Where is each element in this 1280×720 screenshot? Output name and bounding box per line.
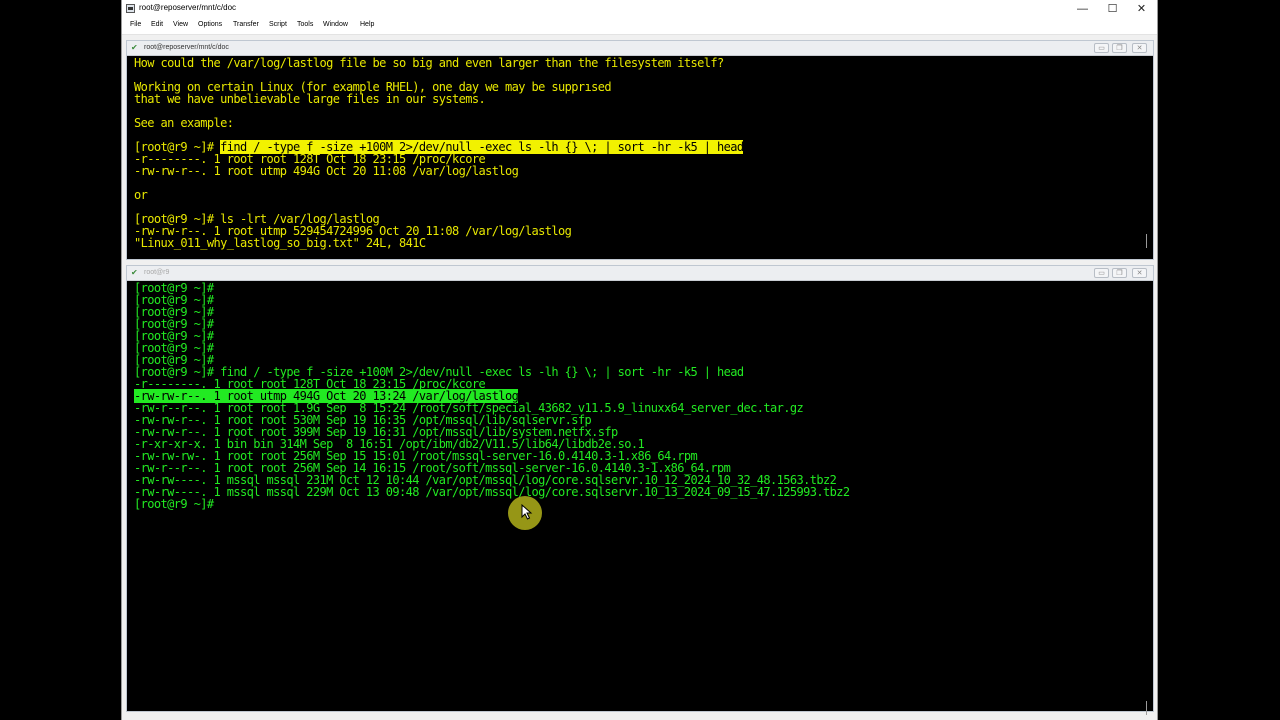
session-icon: ✔ (131, 268, 138, 277)
terminal-line: See an example: (134, 116, 234, 130)
menu-window[interactable]: Window (323, 21, 348, 28)
top-pane-minimize-button[interactable]: ▭ (1094, 43, 1109, 53)
menu-script[interactable]: Script (269, 21, 287, 28)
mouse-pointer-icon (521, 504, 533, 520)
bottom-terminal[interactable]: [root@r9 ~]# [root@r9 ~]# [root@r9 ~]# [… (134, 281, 1139, 709)
top-scroll-thumb[interactable] (1146, 234, 1147, 248)
minimize-button[interactable]: — (1068, 0, 1097, 19)
menu-tools[interactable]: Tools (297, 21, 313, 28)
bottom-pane-minimize-button[interactable]: ▭ (1094, 268, 1109, 278)
bottom-pane-close-button[interactable]: ✕ (1132, 268, 1147, 278)
terminal-line: that we have unbelievable large files in… (134, 92, 486, 106)
bottom-session-pane: ✔ root@r9 ▭ ❐ ✕ [root@r9 ~]# [root@r9 ~]… (126, 265, 1154, 715)
securecrt-window: root@reposerver/mnt/c/doc — ☐ ✕ File Edi… (121, 0, 1158, 720)
bottom-scroll-thumb[interactable] (1146, 701, 1147, 715)
session-icon: ✔ (131, 43, 138, 52)
menu-options[interactable]: Options (198, 21, 222, 28)
terminal-line: How could the /var/log/lastlog file be s… (134, 56, 724, 70)
menu-edit[interactable]: Edit (151, 21, 163, 28)
app-icon (126, 4, 135, 13)
bottom-pane-titlebar: ✔ root@r9 ▭ ❐ ✕ (127, 266, 1153, 281)
top-pane-title: root@reposerver/mnt/c/doc (144, 44, 229, 51)
top-pane-scrollbar[interactable] (1141, 56, 1152, 258)
menu-bar: File Edit View Options Transfer Script T… (122, 19, 1157, 35)
terminal-line: or (134, 188, 148, 202)
window-title: root@reposerver/mnt/c/doc (139, 3, 237, 12)
menu-view[interactable]: View (173, 21, 188, 28)
bottom-pane-title: root@r9 (144, 269, 170, 276)
terminal-line: "Linux_011_why_lastlog_so_big.txt" 24L, … (134, 236, 426, 250)
terminal-line: -rw-rw-r--. 1 root utmp 494G Oct 20 11:0… (134, 164, 519, 178)
close-button[interactable]: ✕ (1127, 0, 1156, 19)
top-pane-titlebar: ✔ root@reposerver/mnt/c/doc ▭ ❐ ✕ (127, 41, 1153, 56)
top-pane-restore-button[interactable]: ❐ (1112, 43, 1127, 53)
top-pane-close-button[interactable]: ✕ (1132, 43, 1147, 53)
maximize-button[interactable]: ☐ (1098, 0, 1127, 19)
menu-file[interactable]: File (130, 21, 141, 28)
top-session-pane: ✔ root@reposerver/mnt/c/doc ▭ ❐ ✕ How co… (126, 40, 1154, 260)
bottom-pane-scrollbar[interactable] (1141, 281, 1152, 715)
menu-help[interactable]: Help (360, 21, 374, 28)
bottom-pane-restore-button[interactable]: ❐ (1112, 268, 1127, 278)
terminal-line: -rw-rw----. 1 mssql mssql 229M Oct 13 09… (134, 485, 850, 499)
top-terminal[interactable]: How could the /var/log/lastlog file be s… (134, 56, 1139, 257)
menu-transfer[interactable]: Transfer (233, 21, 259, 28)
terminal-line-prompt: [root@r9 ~]# (134, 497, 214, 511)
window-titlebar: root@reposerver/mnt/c/doc — ☐ ✕ (122, 0, 1157, 19)
